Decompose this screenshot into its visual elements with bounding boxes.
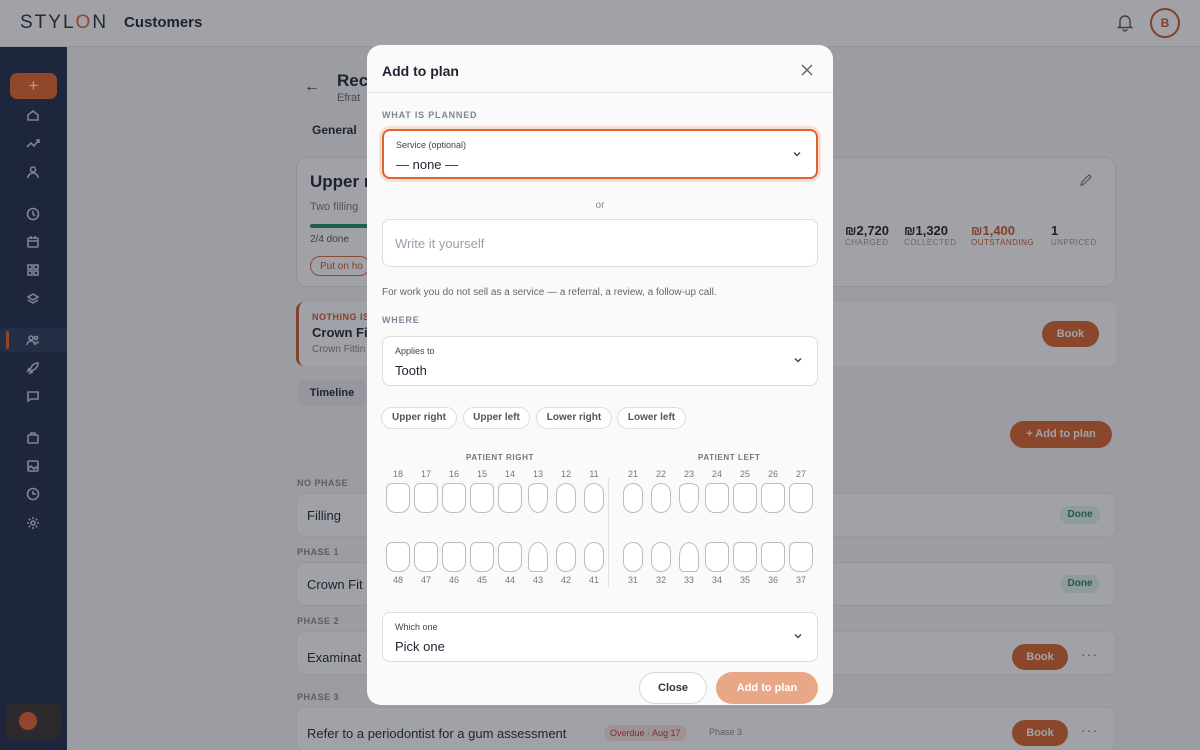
tooth-number-48: 48 [392, 575, 403, 585]
tooth-number-35: 35 [739, 575, 750, 585]
or-divider: or [595, 200, 605, 211]
tooth-47[interactable] [414, 542, 438, 572]
tooth-45[interactable] [470, 542, 494, 572]
tooth-number-24: 24 [711, 469, 722, 479]
write-yourself-input[interactable]: Write it yourself [382, 219, 818, 267]
tooth-44[interactable] [498, 542, 522, 572]
which-label: Which one [395, 622, 438, 632]
tooth-number-25: 25 [739, 469, 750, 479]
tooth-35[interactable] [733, 542, 757, 572]
tooth-48[interactable] [386, 542, 410, 572]
tooth-27[interactable] [789, 483, 813, 513]
close-icon[interactable] [800, 63, 814, 77]
tooth-number-23: 23 [683, 469, 694, 479]
tooth-23[interactable] [679, 483, 699, 513]
tooth-number-16: 16 [448, 469, 459, 479]
dialog-header: Add to plan [367, 45, 833, 93]
chip-upper-right[interactable]: Upper right [381, 407, 457, 429]
tooth-43[interactable] [528, 542, 548, 572]
tooth-36[interactable] [761, 542, 785, 572]
tooth-31[interactable] [623, 542, 643, 572]
chip-lower-left[interactable]: Lower left [617, 407, 686, 429]
tooth-21[interactable] [623, 483, 643, 513]
tooth-22[interactable] [651, 483, 671, 513]
which-value: Pick one [395, 639, 445, 654]
patient-right-label: PATIENT RIGHT [466, 453, 534, 462]
tooth-number-14: 14 [504, 469, 515, 479]
tooth-number-34: 34 [711, 575, 722, 585]
tooth-number-22: 22 [655, 469, 666, 479]
tooth-46[interactable] [442, 542, 466, 572]
tooth-number-17: 17 [420, 469, 431, 479]
tooth-number-37: 37 [795, 575, 806, 585]
service-label: Service (optional) [396, 140, 467, 150]
applies-value: Tooth [395, 363, 427, 378]
tooth-42[interactable] [556, 542, 576, 572]
add-to-plan-dialog: Add to plan WHAT IS PLANNED Service (opt… [367, 45, 833, 705]
tooth-33[interactable] [679, 542, 699, 572]
tooth-number-33: 33 [683, 575, 694, 585]
tooth-11[interactable] [584, 483, 604, 513]
tooth-18[interactable] [386, 483, 410, 513]
what-planned-label: WHAT IS PLANNED [382, 110, 478, 120]
tooth-25[interactable] [733, 483, 757, 513]
chevron-down-icon [793, 152, 801, 157]
close-button[interactable]: Close [639, 672, 707, 704]
tooth-number-46: 46 [448, 575, 459, 585]
tooth-number-26: 26 [767, 469, 778, 479]
tooth-number-11: 11 [589, 469, 599, 479]
tooth-number-13: 13 [532, 469, 543, 479]
tooth-number-32: 32 [655, 575, 666, 585]
applies-to-select[interactable]: Applies to Tooth [382, 336, 818, 386]
service-value: — none — [396, 157, 459, 172]
chevron-down-icon [794, 634, 802, 639]
tooth-number-41: 41 [588, 575, 599, 585]
tooth-number-12: 12 [560, 469, 571, 479]
tooth-number-47: 47 [420, 575, 431, 585]
hint-text: For work you do not sell as a service — … [382, 287, 717, 298]
dialog-title: Add to plan [382, 63, 459, 79]
where-label: WHERE [382, 315, 420, 325]
tooth-24[interactable] [705, 483, 729, 513]
tooth-16[interactable] [442, 483, 466, 513]
tooth-number-42: 42 [560, 575, 571, 585]
tooth-number-21: 21 [627, 469, 638, 479]
tooth-15[interactable] [470, 483, 494, 513]
tooth-number-18: 18 [392, 469, 403, 479]
service-select[interactable]: Service (optional) — none — [382, 129, 818, 179]
patient-left-label: PATIENT LEFT [698, 453, 761, 462]
chip-upper-left[interactable]: Upper left [463, 407, 530, 429]
tooth-14[interactable] [498, 483, 522, 513]
tooth-number-31: 31 [627, 575, 638, 585]
tooth-12[interactable] [556, 483, 576, 513]
tooth-number-36: 36 [767, 575, 778, 585]
tooth-number-45: 45 [476, 575, 487, 585]
applies-label: Applies to [395, 346, 435, 356]
tooth-26[interactable] [761, 483, 785, 513]
tooth-37[interactable] [789, 542, 813, 572]
tooth-number-44: 44 [504, 575, 515, 585]
tooth-17[interactable] [414, 483, 438, 513]
tooth-32[interactable] [651, 542, 671, 572]
which-one-select[interactable]: Which one Pick one [382, 612, 818, 662]
tooth-number-43: 43 [532, 575, 543, 585]
tooth-41[interactable] [584, 542, 604, 572]
tooth-number-15: 15 [476, 469, 487, 479]
chip-lower-right[interactable]: Lower right [536, 407, 612, 429]
tooth-number-27: 27 [795, 469, 806, 479]
midline-divider [608, 478, 609, 588]
chevron-down-icon [794, 358, 802, 363]
add-to-plan-submit-button[interactable]: Add to plan [716, 672, 818, 704]
tooth-34[interactable] [705, 542, 729, 572]
tooth-13[interactable] [528, 483, 548, 513]
